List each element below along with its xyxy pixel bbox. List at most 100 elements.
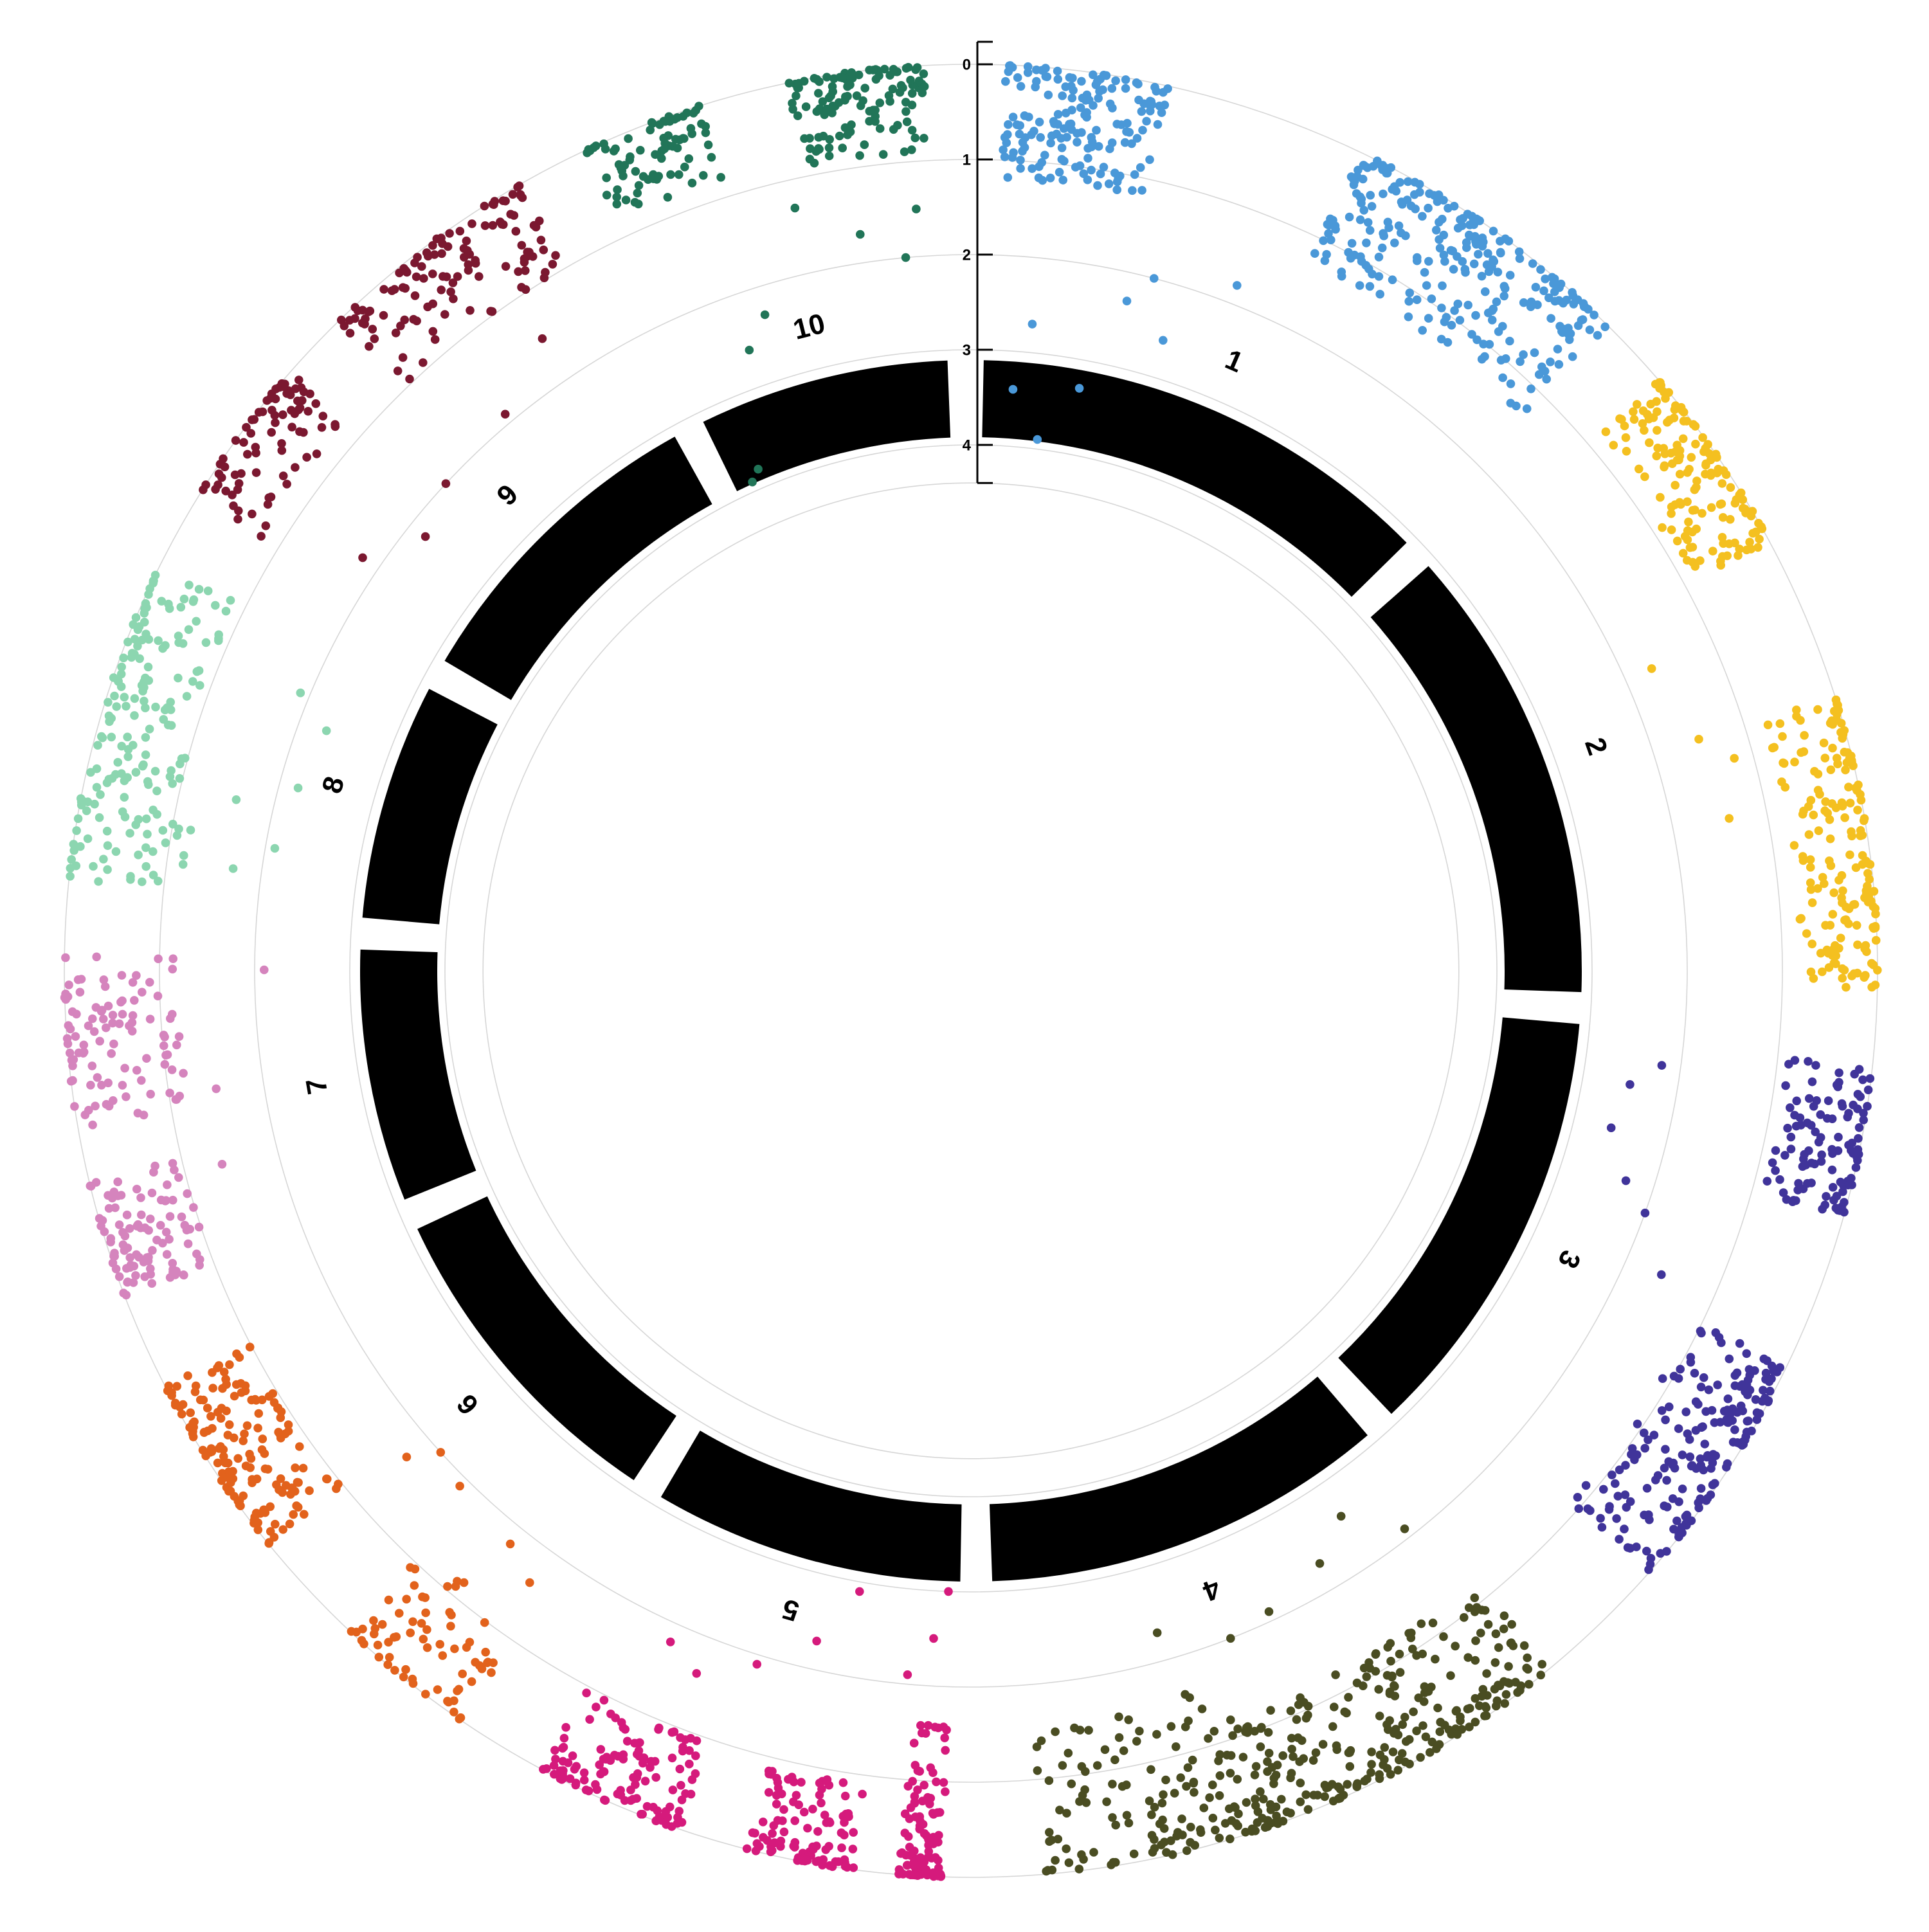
point-chr1-61 <box>1079 169 1089 179</box>
point-chr4-129 <box>1436 1717 1445 1727</box>
point-chr3-285 <box>1732 1368 1742 1378</box>
point-chr1-399 <box>1546 357 1555 366</box>
point-chr6-52 <box>454 1684 464 1694</box>
point-chr5-312 <box>628 1794 638 1804</box>
point-chr6-45 <box>385 1652 394 1662</box>
point-chr9-32 <box>229 501 238 510</box>
point-chr2-200 <box>1789 841 1799 850</box>
point-chr3-304 <box>1640 1208 1650 1218</box>
point-chr1-243 <box>1415 179 1424 189</box>
point-chr8-153 <box>107 714 116 723</box>
point-chr6-225 <box>264 1538 274 1547</box>
point-chr1-128 <box>1023 68 1033 77</box>
chromosome-segment-1 <box>982 360 1407 597</box>
point-chr9-185 <box>358 305 367 315</box>
point-chr6-227 <box>273 1403 283 1413</box>
point-chr3-96 <box>1811 1061 1820 1070</box>
point-chr2-271 <box>1840 916 1849 925</box>
point-chr2-291 <box>1807 939 1816 948</box>
point-chr5-313 <box>650 1756 660 1766</box>
point-chr2-92 <box>1633 400 1642 409</box>
point-chr7-141 <box>142 1054 151 1063</box>
point-chr5-188 <box>766 1770 776 1779</box>
point-chr4-59 <box>1491 1629 1501 1638</box>
point-chr2-45 <box>1745 537 1754 546</box>
point-chr1-337 <box>1471 231 1480 241</box>
point-chr4-383 <box>1264 1607 1274 1616</box>
point-chr2-50 <box>1738 495 1748 504</box>
point-chr1-133 <box>1142 116 1151 126</box>
point-chr3-294 <box>1611 1479 1620 1488</box>
data-points <box>60 61 1882 1881</box>
point-chr4-160 <box>1386 1656 1395 1666</box>
point-chr1-392 <box>1388 275 1397 285</box>
point-chr4-214 <box>1299 1754 1308 1763</box>
point-chr5-93 <box>909 1738 919 1747</box>
point-chr10-204 <box>790 203 800 213</box>
point-chr7-115 <box>93 1073 102 1082</box>
point-chr7-119 <box>68 1076 77 1085</box>
point-chr6-44 <box>481 1647 490 1657</box>
point-chr3-30 <box>1853 1104 1862 1114</box>
point-chr2-236 <box>1780 782 1790 792</box>
point-chr1-35 <box>1138 125 1147 135</box>
point-chr2-122 <box>1682 417 1691 426</box>
chromosome-label-6: 6 <box>451 1388 485 1421</box>
point-chr5-162 <box>742 1844 752 1854</box>
point-chr4-282 <box>1215 1834 1224 1843</box>
point-chr6-170 <box>178 1400 188 1409</box>
point-chr5-149 <box>840 1791 850 1801</box>
point-chr9-191 <box>471 258 480 268</box>
point-chr7-160 <box>154 954 163 964</box>
point-chr4-250 <box>1300 1698 1309 1707</box>
point-chr10-197 <box>784 78 794 88</box>
point-chr4-210 <box>1343 1780 1352 1789</box>
point-chr10-187 <box>800 134 809 143</box>
point-chr7-95 <box>144 1225 153 1235</box>
point-chr2-66 <box>1725 539 1734 548</box>
point-chr8-120 <box>194 584 204 594</box>
point-chr2-209 <box>1825 921 1835 930</box>
point-chr6-59 <box>401 1665 410 1674</box>
point-chr2-145 <box>1678 434 1688 444</box>
point-chr5-337 <box>666 1638 675 1647</box>
point-chr9-20 <box>312 449 322 458</box>
point-chr2-207 <box>1819 738 1829 748</box>
point-chr3-258 <box>1646 1553 1656 1563</box>
point-chr1-369 <box>1435 235 1444 244</box>
point-chr1-10 <box>1083 154 1092 163</box>
point-chr4-167 <box>1297 1736 1307 1745</box>
point-chr3-221 <box>1676 1364 1685 1374</box>
point-chr4-184 <box>1345 1748 1354 1757</box>
chromosome-label-7: 7 <box>300 1076 334 1097</box>
point-chr8-132 <box>189 595 199 604</box>
point-chr2-322 <box>1809 974 1818 983</box>
point-chr1-187 <box>1506 379 1516 388</box>
point-chr5-80 <box>931 1853 940 1862</box>
point-chr4-53 <box>1362 1672 1372 1681</box>
point-chr8-32 <box>131 768 141 777</box>
point-chr3-98 <box>1844 1108 1853 1118</box>
point-chr8-64 <box>95 813 104 822</box>
point-chr4-40 <box>1500 1699 1509 1708</box>
point-chr4-380 <box>1400 1524 1409 1533</box>
point-chr6-22 <box>410 1581 419 1590</box>
point-chr5-319 <box>571 1780 581 1790</box>
point-chr8-102 <box>201 638 211 647</box>
point-chr8-159 <box>163 703 172 712</box>
point-chr7-94 <box>168 1159 177 1168</box>
point-chr10-201 <box>754 464 763 474</box>
point-chr10-147 <box>799 77 809 86</box>
point-chr6-35 <box>421 1690 430 1699</box>
point-chr1-158 <box>1067 105 1076 114</box>
point-chr5-176 <box>837 1828 846 1837</box>
point-chr9-26 <box>248 509 257 519</box>
point-chr2-309 <box>1867 959 1876 968</box>
point-chr2-331 <box>1694 734 1703 744</box>
point-chr10-90 <box>838 143 847 152</box>
point-chr5-322 <box>631 1780 640 1789</box>
point-chr3-216 <box>1744 1365 1754 1374</box>
point-chr1-323 <box>1500 284 1510 293</box>
point-chr10-52 <box>624 134 633 143</box>
point-chr4-154 <box>1402 1737 1411 1746</box>
